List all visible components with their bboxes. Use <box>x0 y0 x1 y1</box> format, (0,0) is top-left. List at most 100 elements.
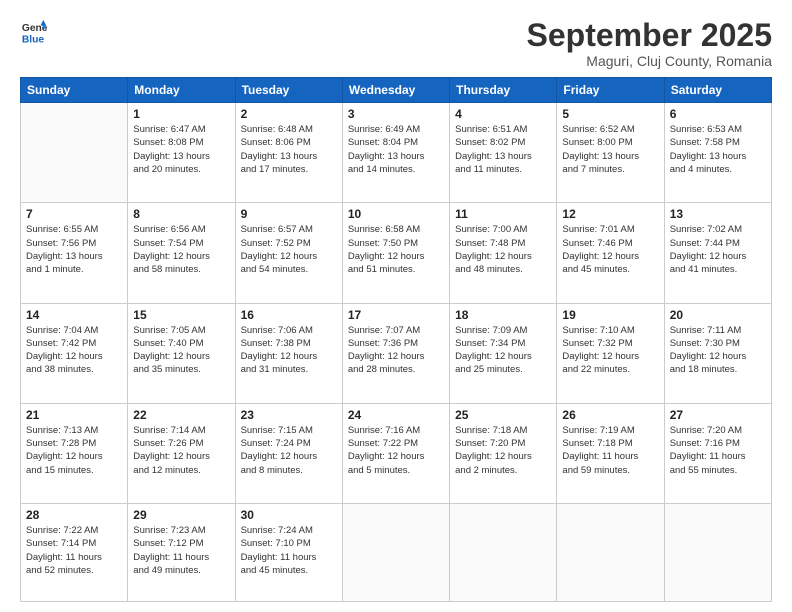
day-number: 21 <box>26 408 122 422</box>
table-row: 4 Sunrise: 6:51 AMSunset: 8:02 PMDaylight… <box>450 103 557 203</box>
svg-text:Blue: Blue <box>22 34 45 45</box>
calendar-page: General Blue September 2025 Maguri, Cluj… <box>0 0 792 612</box>
day-info: Sunrise: 7:07 AMSunset: 7:36 PMDaylight:… <box>348 324 444 377</box>
day-info: Sunrise: 7:04 AMSunset: 7:42 PMDaylight:… <box>26 324 122 377</box>
month-title: September 2025 <box>527 18 772 53</box>
table-row: 28 Sunrise: 7:22 AMSunset: 7:14 PMDayligh… <box>21 504 128 602</box>
day-number: 8 <box>133 207 229 221</box>
table-row: 26Sunrise: 7:19 AMSunset: 7:18 PMDayligh… <box>557 403 664 503</box>
location: Maguri, Cluj County, Romania <box>527 53 772 69</box>
header-friday: Friday <box>557 78 664 103</box>
table-row: 30 Sunrise: 7:24 AMSunset: 7:10 PMDayligh… <box>235 504 342 602</box>
day-number: 22 <box>133 408 229 422</box>
day-number: 1 <box>133 107 229 121</box>
table-row: 21 Sunrise: 7:13 AMSunset: 7:28 PMDayligh… <box>21 403 128 503</box>
day-number: 28 <box>26 508 122 522</box>
logo: General Blue <box>20 18 48 46</box>
table-row <box>342 504 449 602</box>
table-row: 9 Sunrise: 6:57 AMSunset: 7:52 PMDaylight… <box>235 203 342 303</box>
day-number: 11 <box>455 207 551 221</box>
table-row: 16 Sunrise: 7:06 AMSunset: 7:38 PMDayligh… <box>235 303 342 403</box>
day-info: Sunrise: 7:20 AMSunset: 7:16 PMDaylight:… <box>670 424 766 477</box>
day-info: Sunrise: 6:58 AMSunset: 7:50 PMDaylight:… <box>348 223 444 276</box>
table-row <box>557 504 664 602</box>
day-info: Sunrise: 6:55 AMSunset: 7:56 PMDaylight:… <box>26 223 122 276</box>
header-saturday: Saturday <box>664 78 771 103</box>
day-number: 25 <box>455 408 551 422</box>
header-wednesday: Wednesday <box>342 78 449 103</box>
calendar-header-row: Sunday Monday Tuesday Wednesday Thursday… <box>21 78 772 103</box>
day-number: 27 <box>670 408 766 422</box>
day-info: Sunrise: 7:05 AMSunset: 7:40 PMDaylight:… <box>133 324 229 377</box>
table-row: 19 Sunrise: 7:10 AMSunset: 7:32 PMDayligh… <box>557 303 664 403</box>
header-monday: Monday <box>128 78 235 103</box>
day-number: 24 <box>348 408 444 422</box>
day-info: Sunrise: 6:56 AMSunset: 7:54 PMDaylight:… <box>133 223 229 276</box>
title-block: September 2025 Maguri, Cluj County, Roma… <box>527 18 772 69</box>
day-number: 29 <box>133 508 229 522</box>
table-row: 15 Sunrise: 7:05 AMSunset: 7:40 PMDayligh… <box>128 303 235 403</box>
day-info: Sunrise: 6:52 AMSunset: 8:00 PMDaylight:… <box>562 123 658 176</box>
day-info: Sunrise: 7:19 AMSunset: 7:18 PMDaylight:… <box>562 424 658 477</box>
table-row: 27 Sunrise: 7:20 AMSunset: 7:16 PMDayligh… <box>664 403 771 503</box>
day-number: 13 <box>670 207 766 221</box>
table-row: 8 Sunrise: 6:56 AMSunset: 7:54 PMDaylight… <box>128 203 235 303</box>
day-info: Sunrise: 7:10 AMSunset: 7:32 PMDaylight:… <box>562 324 658 377</box>
day-info: Sunrise: 6:48 AMSunset: 8:06 PMDaylight:… <box>241 123 337 176</box>
day-number: 7 <box>26 207 122 221</box>
day-info: Sunrise: 7:01 AMSunset: 7:46 PMDaylight:… <box>562 223 658 276</box>
day-number: 2 <box>241 107 337 121</box>
day-number: 18 <box>455 308 551 322</box>
table-row: 29 Sunrise: 7:23 AMSunset: 7:12 PMDayligh… <box>128 504 235 602</box>
day-info: Sunrise: 6:47 AMSunset: 8:08 PMDaylight:… <box>133 123 229 176</box>
day-info: Sunrise: 7:09 AMSunset: 7:34 PMDaylight:… <box>455 324 551 377</box>
day-number: 23 <box>241 408 337 422</box>
table-row: 13 Sunrise: 7:02 AMSunset: 7:44 PMDayligh… <box>664 203 771 303</box>
day-info: Sunrise: 7:16 AMSunset: 7:22 PMDaylight:… <box>348 424 444 477</box>
day-number: 4 <box>455 107 551 121</box>
table-row: 14Sunrise: 7:04 AMSunset: 7:42 PMDayligh… <box>21 303 128 403</box>
day-info: Sunrise: 7:02 AMSunset: 7:44 PMDaylight:… <box>670 223 766 276</box>
day-number: 9 <box>241 207 337 221</box>
day-number: 20 <box>670 308 766 322</box>
day-info: Sunrise: 7:13 AMSunset: 7:28 PMDaylight:… <box>26 424 122 477</box>
day-number: 12 <box>562 207 658 221</box>
table-row: 10 Sunrise: 6:58 AMSunset: 7:50 PMDayligh… <box>342 203 449 303</box>
day-info: Sunrise: 6:51 AMSunset: 8:02 PMDaylight:… <box>455 123 551 176</box>
table-row: 24 Sunrise: 7:16 AMSunset: 7:22 PMDayligh… <box>342 403 449 503</box>
day-info: Sunrise: 7:06 AMSunset: 7:38 PMDaylight:… <box>241 324 337 377</box>
day-info: Sunrise: 6:53 AMSunset: 7:58 PMDaylight:… <box>670 123 766 176</box>
table-row: 20Sunrise: 7:11 AMSunset: 7:30 PMDayligh… <box>664 303 771 403</box>
table-row <box>664 504 771 602</box>
day-number: 6 <box>670 107 766 121</box>
day-info: Sunrise: 7:00 AMSunset: 7:48 PMDaylight:… <box>455 223 551 276</box>
day-info: Sunrise: 7:22 AMSunset: 7:14 PMDaylight:… <box>26 524 122 577</box>
header: General Blue September 2025 Maguri, Cluj… <box>20 18 772 69</box>
calendar-table: Sunday Monday Tuesday Wednesday Thursday… <box>20 77 772 602</box>
table-row: 22Sunrise: 7:14 AMSunset: 7:26 PMDayligh… <box>128 403 235 503</box>
table-row: 17 Sunrise: 7:07 AMSunset: 7:36 PMDayligh… <box>342 303 449 403</box>
header-tuesday: Tuesday <box>235 78 342 103</box>
day-number: 30 <box>241 508 337 522</box>
table-row: 11 Sunrise: 7:00 AMSunset: 7:48 PMDayligh… <box>450 203 557 303</box>
table-row <box>450 504 557 602</box>
day-number: 16 <box>241 308 337 322</box>
table-row: 18 Sunrise: 7:09 AMSunset: 7:34 PMDayligh… <box>450 303 557 403</box>
table-row <box>21 103 128 203</box>
table-row: 12 Sunrise: 7:01 AMSunset: 7:46 PMDayligh… <box>557 203 664 303</box>
table-row: 25Sunrise: 7:18 AMSunset: 7:20 PMDayligh… <box>450 403 557 503</box>
header-sunday: Sunday <box>21 78 128 103</box>
table-row: 7 Sunrise: 6:55 AMSunset: 7:56 PMDaylight… <box>21 203 128 303</box>
day-info: Sunrise: 7:24 AMSunset: 7:10 PMDaylight:… <box>241 524 337 577</box>
table-row: 23 Sunrise: 7:15 AMSunset: 7:24 PMDayligh… <box>235 403 342 503</box>
day-info: Sunrise: 6:57 AMSunset: 7:52 PMDaylight:… <box>241 223 337 276</box>
table-row: 1 Sunrise: 6:47 AMSunset: 8:08 PMDaylight… <box>128 103 235 203</box>
day-number: 10 <box>348 207 444 221</box>
day-number: 17 <box>348 308 444 322</box>
day-number: 15 <box>133 308 229 322</box>
table-row: 6 Sunrise: 6:53 AMSunset: 7:58 PMDaylight… <box>664 103 771 203</box>
day-info: Sunrise: 7:23 AMSunset: 7:12 PMDaylight:… <box>133 524 229 577</box>
day-info: Sunrise: 7:15 AMSunset: 7:24 PMDaylight:… <box>241 424 337 477</box>
day-number: 19 <box>562 308 658 322</box>
logo-icon: General Blue <box>20 18 48 46</box>
